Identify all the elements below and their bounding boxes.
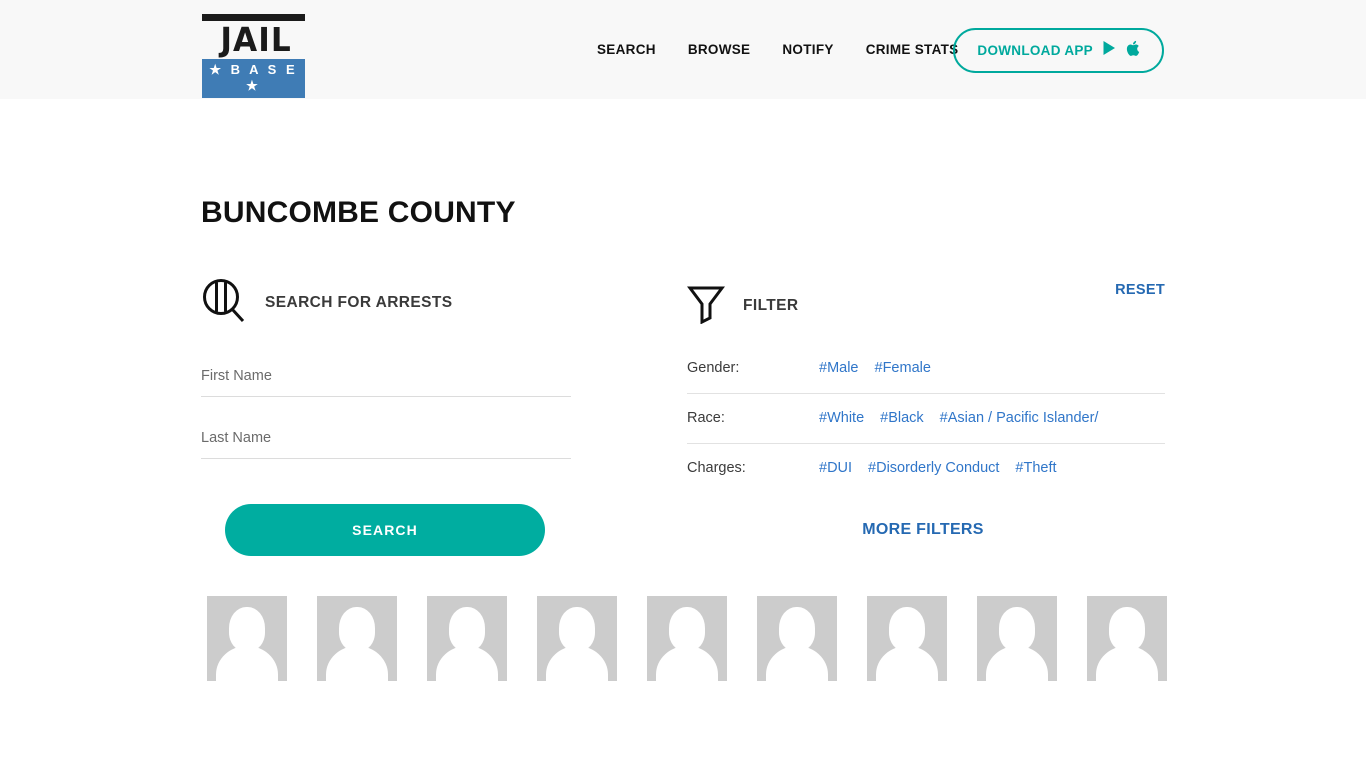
avatar-head [669,607,705,651]
jail-magnifier-icon [201,278,247,329]
first-name-input[interactable] [201,355,571,397]
nav-item-browse[interactable]: BROWSE [688,42,751,57]
jailbase-logo[interactable]: JAIL ★ B A S E ★ [202,14,305,98]
download-app-button[interactable]: DOWNLOAD APP [953,28,1164,73]
avatar-head [889,607,925,651]
mugshot-placeholder[interactable] [427,596,507,681]
nav-item-notify[interactable]: NOTIFY [782,42,833,57]
avatar-body [546,646,608,681]
avatar-body [876,646,938,681]
last-name-input[interactable] [201,417,571,459]
main-content: BUNCOMBE COUNTY SEARCH FOR ARRESTS First… [201,99,1167,681]
filter-panel-header: FILTER RESET [687,276,1165,330]
avatar-body [1096,646,1158,681]
nav-item-search[interactable]: SEARCH [597,42,656,57]
filter-panel: FILTER RESET Gender: #Male #Female Race:… [679,276,1165,556]
mugshot-placeholder[interactable] [647,596,727,681]
filter-tag-black[interactable]: #Black [880,410,924,426]
filter-row-race: Race: #White #Black #Asian / Pacific Isl… [687,394,1165,444]
mugshot-placeholder[interactable] [867,596,947,681]
main-nav: SEARCH BROWSE NOTIFY CRIME STATS [597,0,958,99]
filter-rows: Gender: #Male #Female Race: #White #Blac… [687,344,1165,493]
mugshot-placeholder[interactable] [757,596,837,681]
filter-tag-male[interactable]: #Male [819,360,859,376]
avatar-body [986,646,1048,681]
panels-row: SEARCH FOR ARRESTS SEARCH FILTER RESET [201,276,1165,556]
filter-label-gender: Gender: [687,360,740,376]
header-container: JAIL ★ B A S E ★ SEARCH BROWSE NOTIFY CR… [201,0,1165,99]
logo-base-text: ★ B A S E ★ [202,59,305,98]
download-app-label: DOWNLOAD APP [977,43,1093,58]
filter-panel-title: FILTER [743,297,799,314]
filter-tags-charges: #DUI #Disorderly Conduct #Theft [819,460,1057,476]
site-header: JAIL ★ B A S E ★ SEARCH BROWSE NOTIFY CR… [0,0,1366,99]
filter-tag-disorderly-conduct[interactable]: #Disorderly Conduct [868,460,999,476]
filter-row-charges: Charges: #DUI #Disorderly Conduct #Theft [687,444,1165,493]
search-panel-title: SEARCH FOR ARRESTS [265,294,453,311]
filter-tag-female[interactable]: #Female [875,360,931,376]
mugshot-strip [207,596,1167,681]
mugshot-placeholder[interactable] [537,596,617,681]
filter-tags-race: #White #Black #Asian / Pacific Islander/ [819,410,1098,426]
funnel-icon [687,284,725,329]
mugshot-placeholder[interactable] [1087,596,1167,681]
search-submit-button[interactable]: SEARCH [225,504,545,556]
avatar-head [229,607,265,651]
avatar-body [766,646,828,681]
avatar-head [1109,607,1145,651]
filter-tag-theft[interactable]: #Theft [1015,460,1056,476]
mugshot-placeholder[interactable] [317,596,397,681]
filter-label-charges: Charges: [687,460,746,476]
avatar-body [656,646,718,681]
filter-label-race: Race: [687,410,725,426]
search-panel-header: SEARCH FOR ARRESTS [201,276,679,330]
avatar-head [779,607,815,651]
more-filters-container: MORE FILTERS [687,521,1165,539]
avatar-head [449,607,485,651]
avatar-body [326,646,388,681]
filter-tag-asian-pacific-islander[interactable]: #Asian / Pacific Islander/ [940,410,1099,426]
reset-filters-link[interactable]: RESET [1115,282,1165,298]
filter-tag-dui[interactable]: #DUI [819,460,852,476]
avatar-head [559,607,595,651]
page-title: BUNCOMBE COUNTY [201,196,516,229]
avatar-head [999,607,1035,651]
filter-tags-gender: #Male #Female [819,360,931,376]
avatar-head [339,607,375,651]
avatar-body [436,646,498,681]
google-play-icon [1102,40,1117,61]
apple-icon [1126,40,1140,62]
logo-jail-text: JAIL [220,20,292,59]
filter-tag-white[interactable]: #White [819,410,864,426]
search-fields [201,355,679,459]
mugshot-placeholder[interactable] [977,596,1057,681]
filter-row-gender: Gender: #Male #Female [687,344,1165,394]
more-filters-link[interactable]: MORE FILTERS [862,521,984,538]
avatar-body [216,646,278,681]
mugshot-placeholder[interactable] [207,596,287,681]
search-panel: SEARCH FOR ARRESTS SEARCH [201,276,679,556]
nav-item-crime-stats[interactable]: CRIME STATS [866,42,959,57]
